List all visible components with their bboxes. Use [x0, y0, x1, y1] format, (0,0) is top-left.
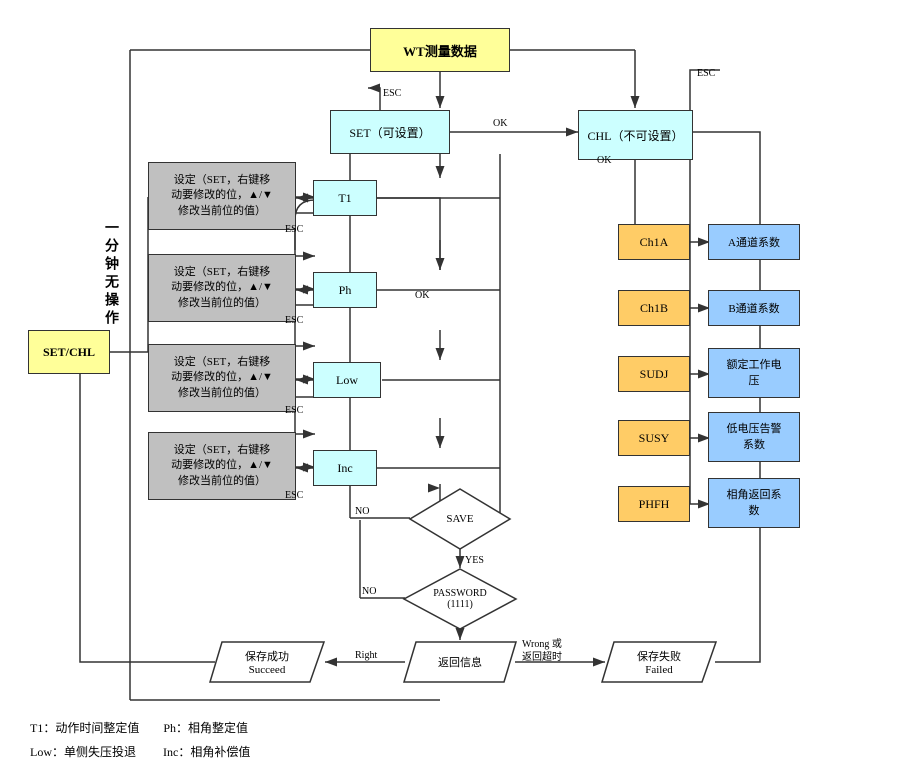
esc-inc-label: ESC: [285, 490, 303, 501]
esc-ph-label: ESC: [285, 315, 303, 326]
sudj-box: SUDJ: [618, 356, 690, 392]
right-label: Right: [355, 650, 377, 661]
low-box: Low: [313, 362, 381, 398]
wrong-label: Wrong 或返回超时: [522, 638, 562, 664]
esc2-label: ESC: [697, 68, 715, 79]
inc-desc-box: 设定（SET，右键移动要修改的位，▲/▼修改当前位的值）: [148, 432, 296, 500]
yes-label: YES: [465, 555, 484, 566]
esc-low-label: ESC: [285, 405, 303, 416]
wt-box: WT测量数据: [370, 28, 510, 72]
ch1a-box: Ch1A: [618, 224, 690, 260]
chl-box: CHL（不可设置）: [578, 110, 693, 160]
low-desc-box: 设定（SET，右键移动要修改的位，▲/▼修改当前位的值）: [148, 344, 296, 412]
no-operation-text: 一分钟无操作: [100, 220, 120, 328]
ph-desc-box: 设定（SET，右键移动要修改的位，▲/▼修改当前位的值）: [148, 254, 296, 322]
phase-return-box: 相角返回系数: [708, 478, 800, 528]
esc1-label: ESC: [383, 88, 401, 99]
b-channel-box: B通道系数: [708, 290, 800, 326]
return-info-para: 返回信息: [402, 640, 518, 684]
save-failed-para: 保存失败Failed: [600, 640, 718, 684]
ok-label: OK: [493, 118, 507, 129]
ok3-label: OK: [415, 290, 429, 301]
password-diamond: PASSWORD(1111): [402, 567, 518, 631]
setchl-box: SET/CHL: [28, 330, 110, 374]
ph-box: Ph: [313, 272, 377, 308]
no-pwd-label: NO: [362, 586, 376, 597]
ok2-label: OK: [597, 155, 611, 166]
no-save-label: NO: [355, 506, 369, 517]
set-box: SET（可设置）: [330, 110, 450, 154]
legend: T1：动作时间整定值 Ph：相角整定值 Low：单侧失压投退 Inc：相角补偿值: [30, 716, 250, 764]
t1-box: T1: [313, 180, 377, 216]
save-success-para: 保存成功Succeed: [208, 640, 326, 684]
low-voltage-box: 低电压告警系数: [708, 412, 800, 462]
inc-box: Inc: [313, 450, 377, 486]
esc-t1-label: ESC: [285, 224, 303, 235]
phfh-box: PHFH: [618, 486, 690, 522]
rated-voltage-box: 额定工作电压: [708, 348, 800, 398]
ch1b-box: Ch1B: [618, 290, 690, 326]
save-diamond: SAVE: [408, 487, 512, 551]
a-channel-box: A通道系数: [708, 224, 800, 260]
susy-box: SUSY: [618, 420, 690, 456]
t1-desc-box: 设定（SET，右键移动要修改的位，▲/▼修改当前位的值）: [148, 162, 296, 230]
